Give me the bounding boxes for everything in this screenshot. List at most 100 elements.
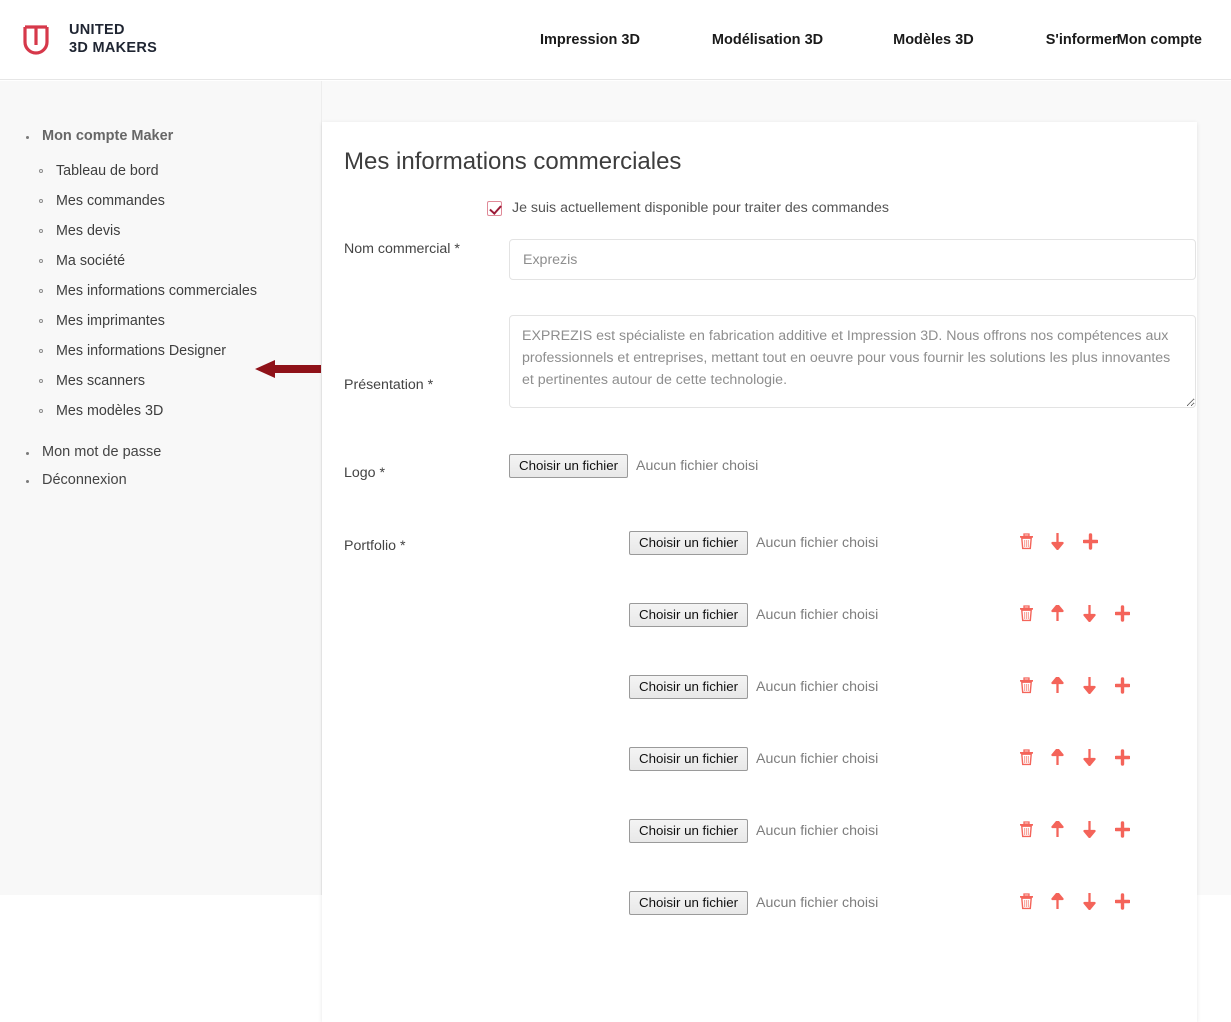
- portfolio-file-control: Choisir un fichier Aucun fichier choisi: [629, 675, 878, 699]
- circle-bullet-icon: [39, 319, 43, 323]
- sidebar-item-deconnexion[interactable]: Déconnexion: [42, 472, 127, 488]
- united-3d-makers-logo-icon: [23, 24, 49, 55]
- sidebar-group-deconnexion: Déconnexion: [0, 472, 321, 488]
- nom-commercial-input[interactable]: [509, 239, 1196, 280]
- portfolio-file-control: Choisir un fichier Aucun fichier choisi: [629, 819, 878, 843]
- site-header: UNITED 3D MAKERS Impression 3D Modélisat…: [0, 0, 1231, 80]
- portfolio-file-status: Aucun fichier choisi: [756, 535, 879, 551]
- field-presentation: Présentation *: [344, 315, 1197, 425]
- arrow-up-icon[interactable]: [1051, 677, 1066, 694]
- portfolio-file-status: Aucun fichier choisi: [756, 751, 879, 767]
- sidebar-item-label: Mes scanners: [56, 373, 145, 389]
- portfolio-file-status: Aucun fichier choisi: [756, 679, 879, 695]
- arrow-up-icon[interactable]: [1051, 821, 1066, 838]
- circle-bullet-icon: [39, 169, 43, 173]
- presentation-textarea[interactable]: [509, 315, 1196, 408]
- portfolio-file-control: Choisir un fichier Aucun fichier choisi: [629, 531, 878, 555]
- sidebar: Mon compte Maker Tableau de bord Mes com…: [0, 81, 322, 895]
- portfolio-file-status: Aucun fichier choisi: [756, 823, 879, 839]
- circle-bullet-icon: [39, 349, 43, 353]
- plus-icon[interactable]: [1115, 749, 1130, 766]
- portfolio-row: Choisir un fichier Aucun fichier choisi: [344, 675, 1197, 747]
- portfolio-row-actions: [1019, 677, 1139, 695]
- trash-icon[interactable]: [1019, 677, 1034, 694]
- portfolio-row: Choisir un fichier Aucun fichier choisi: [344, 747, 1197, 819]
- circle-bullet-icon: [39, 259, 43, 263]
- sidebar-item-mes-informations-commerciales[interactable]: Mes informations commerciales: [39, 276, 321, 306]
- sidebar-item-mes-devis[interactable]: Mes devis: [39, 216, 321, 246]
- circle-bullet-icon: [39, 409, 43, 413]
- portfolio-choose-file-button[interactable]: Choisir un fichier: [629, 819, 749, 843]
- logo-choose-file-button[interactable]: Choisir un fichier: [509, 454, 629, 478]
- nav-item-mon-compte[interactable]: Mon compte: [1117, 0, 1202, 80]
- plus-icon[interactable]: [1115, 893, 1130, 910]
- plus-icon[interactable]: [1115, 821, 1130, 838]
- sidebar-item-mes-commandes[interactable]: Mes commandes: [39, 186, 321, 216]
- presentation-label: Présentation *: [344, 377, 434, 393]
- sidebar-item-mes-modeles-3d[interactable]: Mes modèles 3D: [39, 396, 321, 426]
- arrow-down-icon[interactable]: [1083, 893, 1098, 910]
- arrow-down-icon[interactable]: [1083, 821, 1098, 838]
- portfolio-row-actions: [1019, 605, 1139, 623]
- sidebar-item-label: Ma société: [56, 253, 126, 269]
- arrow-up-icon[interactable]: [1051, 749, 1066, 766]
- plus-icon[interactable]: [1083, 533, 1098, 550]
- page-body: Mon compte Maker Tableau de bord Mes com…: [0, 81, 1231, 1022]
- arrow-down-icon[interactable]: [1083, 677, 1098, 694]
- portfolio-row-actions: [1019, 893, 1139, 911]
- arrow-up-icon[interactable]: [1051, 893, 1066, 910]
- nav-item-sinformer[interactable]: S'informer: [1046, 32, 1118, 48]
- sidebar-item-label: Mes informations Designer: [56, 343, 227, 359]
- brand-logo[interactable]: UNITED 3D MAKERS: [22, 22, 157, 57]
- arrow-down-icon[interactable]: [1083, 605, 1098, 622]
- page-title: Mes informations commerciales: [344, 148, 682, 175]
- sidebar-item-ma-societe[interactable]: Ma société: [39, 246, 321, 276]
- portfolio-row: Choisir un fichier Aucun fichier choisi: [344, 531, 1197, 603]
- nom-commercial-label: Nom commercial *: [344, 241, 460, 257]
- arrow-down-icon[interactable]: [1051, 533, 1066, 550]
- sidebar-item-label: Tableau de bord: [56, 163, 159, 179]
- bullet-icon: [26, 136, 29, 139]
- portfolio-row: Choisir un fichier Aucun fichier choisi: [344, 603, 1197, 675]
- bullet-icon: [26, 480, 29, 483]
- trash-icon[interactable]: [1019, 605, 1034, 622]
- sidebar-item-label: Mes commandes: [56, 193, 165, 209]
- field-logo: Logo * Choisir un fichier Aucun fichier …: [344, 441, 1197, 493]
- plus-icon[interactable]: [1115, 605, 1130, 622]
- field-nom-commercial: Nom commercial *: [344, 239, 1197, 295]
- sidebar-group-mon-compte-maker: Mon compte Maker Tableau de bord Mes com…: [0, 128, 321, 426]
- nav-item-modelisation-3d[interactable]: Modélisation 3D: [712, 32, 823, 48]
- portfolio-row-actions: [1019, 749, 1139, 767]
- logo-file-control: Choisir un fichier Aucun fichier choisi: [509, 454, 758, 478]
- portfolio-choose-file-button[interactable]: Choisir un fichier: [629, 603, 749, 627]
- portfolio-choose-file-button[interactable]: Choisir un fichier: [629, 531, 749, 555]
- portfolio-choose-file-button[interactable]: Choisir un fichier: [629, 747, 749, 771]
- trash-icon[interactable]: [1019, 893, 1034, 910]
- sidebar-item-label: Mes informations commerciales: [56, 283, 258, 299]
- arrow-up-icon[interactable]: [1051, 605, 1066, 622]
- arrow-down-icon[interactable]: [1083, 749, 1098, 766]
- sidebar-item-mes-imprimantes[interactable]: Mes imprimantes: [39, 306, 321, 336]
- circle-bullet-icon: [39, 289, 43, 293]
- sidebar-item-label: Mes modèles 3D: [56, 403, 164, 419]
- nav-item-impression-3d[interactable]: Impression 3D: [540, 32, 640, 48]
- sidebar-item-mon-compte-maker[interactable]: Mon compte Maker: [42, 128, 173, 144]
- trash-icon[interactable]: [1019, 749, 1034, 766]
- sidebar-item-label: Mes imprimantes: [56, 313, 165, 329]
- trash-icon[interactable]: [1019, 533, 1034, 550]
- portfolio-choose-file-button[interactable]: Choisir un fichier: [629, 675, 749, 699]
- availability-checkbox[interactable]: [487, 200, 502, 216]
- brand-wordmark: UNITED 3D MAKERS: [69, 22, 157, 57]
- sidebar-item-tableau-de-bord[interactable]: Tableau de bord: [39, 156, 321, 186]
- circle-bullet-icon: [39, 199, 43, 203]
- sidebar-item-mon-mot-de-passe[interactable]: Mon mot de passe: [42, 444, 161, 460]
- bullet-icon: [26, 452, 29, 455]
- portfolio-row-actions: [1019, 821, 1139, 839]
- portfolio-file-status: Aucun fichier choisi: [756, 895, 879, 911]
- circle-bullet-icon: [39, 229, 43, 233]
- nav-item-modeles-3d[interactable]: Modèles 3D: [893, 32, 974, 48]
- trash-icon[interactable]: [1019, 821, 1034, 838]
- availability-row: Je suis actuellement disponible pour tra…: [487, 200, 1197, 216]
- plus-icon[interactable]: [1115, 677, 1130, 694]
- sidebar-group-mon-mot-de-passe: Mon mot de passe: [0, 444, 321, 460]
